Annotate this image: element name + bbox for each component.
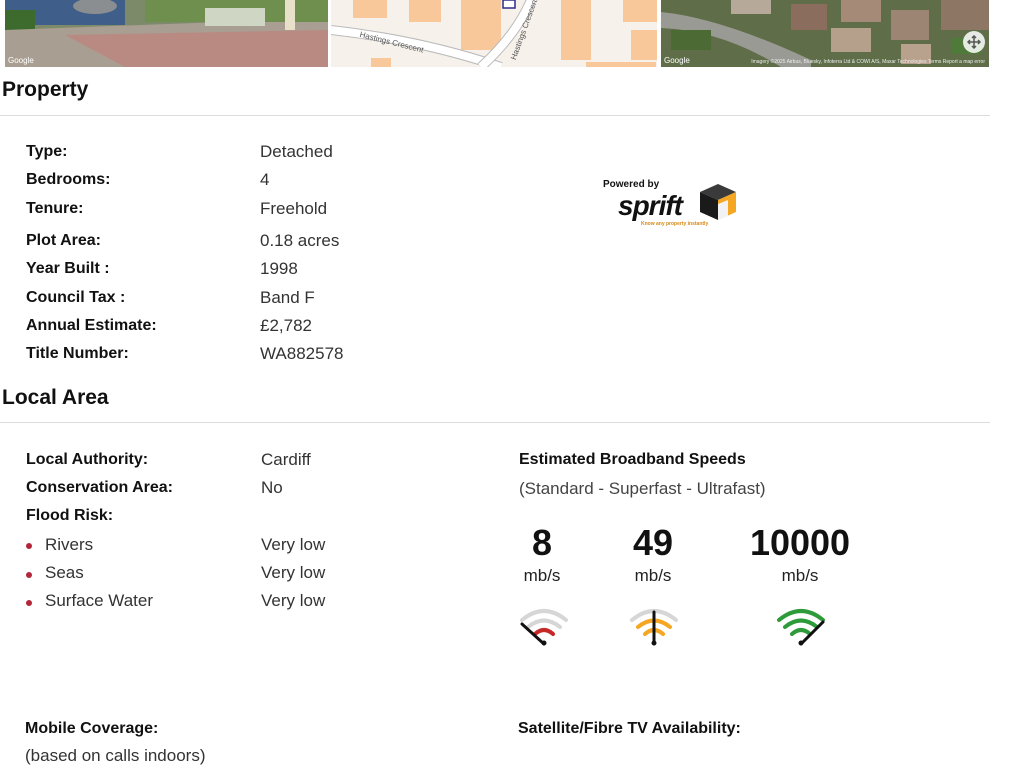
title-number-label: Title Number: bbox=[26, 345, 129, 362]
standard-speed-unit: mb/s bbox=[523, 566, 561, 585]
map-attribution: Imagery ©2025 Airbus, Bluesky, Infoterra… bbox=[751, 59, 985, 65]
ultrafast-speed-value: 10000 bbox=[749, 522, 851, 563]
mobile-coverage-subtitle: (based on calls indoors) bbox=[25, 746, 206, 765]
local-authority-label: Local Authority: bbox=[26, 451, 149, 468]
street-map-illustration bbox=[331, 0, 657, 67]
aerial-view-illustration bbox=[661, 0, 989, 67]
bedrooms-label: Bedrooms: bbox=[26, 171, 111, 188]
title-number-value: WA882578 bbox=[260, 344, 344, 363]
bullet-icon bbox=[26, 600, 32, 606]
street-view-illustration bbox=[5, 0, 328, 67]
broadband-title: Estimated Broadband Speeds bbox=[519, 451, 746, 468]
mobile-coverage-title: Mobile Coverage: bbox=[25, 720, 159, 737]
plot-area-label: Plot Area: bbox=[26, 232, 101, 249]
property-type-label: Type: bbox=[26, 143, 68, 160]
google-credit: Google bbox=[8, 56, 34, 65]
ultrafast-speed-unit: mb/s bbox=[781, 566, 819, 585]
local-authority-value: Cardiff bbox=[261, 450, 311, 469]
council-tax-value: Band F bbox=[260, 288, 315, 307]
sprift-brand-name: sprift bbox=[618, 190, 683, 221]
local-area-heading: Local Area bbox=[2, 386, 109, 409]
speed-gauge-icon bbox=[630, 609, 678, 646]
year-built-value: 1998 bbox=[260, 259, 298, 278]
local-area-divider bbox=[0, 422, 990, 423]
sprift-tagline: Know any property instantly bbox=[641, 221, 709, 227]
property-type-value: Detached bbox=[260, 142, 333, 161]
annual-estimate-label: Annual Estimate: bbox=[26, 317, 157, 334]
sprift-cube-icon bbox=[700, 184, 736, 220]
conservation-area-label: Conservation Area: bbox=[26, 479, 173, 496]
plot-area-value: 0.18 acres bbox=[260, 231, 340, 250]
tenure-value: Freehold bbox=[260, 199, 328, 218]
map-image[interactable]: Hastings Crescent Hastings Crescent bbox=[331, 0, 657, 67]
superfast-speed-unit: mb/s bbox=[634, 566, 672, 585]
flood-surface-water-value: Very low bbox=[261, 591, 326, 610]
tv-availability-title: Satellite/Fibre TV Availability: bbox=[518, 720, 741, 737]
bullet-icon bbox=[26, 543, 32, 549]
flood-rivers-label: Rivers bbox=[45, 535, 94, 554]
bedrooms-value: 4 bbox=[260, 170, 270, 189]
flood-risk-label: Flood Risk: bbox=[26, 507, 114, 524]
council-tax-label: Council Tax : bbox=[26, 289, 126, 306]
aerial-image[interactable]: Google Imagery ©2025 Airbus, Bluesky, In… bbox=[661, 0, 989, 67]
standard-speed-value: 8 bbox=[531, 522, 553, 563]
property-divider bbox=[0, 115, 990, 116]
property-image-strip: Google Hastings Crescent Hastings Cresce… bbox=[0, 0, 1024, 67]
superfast-speed-value: 49 bbox=[632, 522, 674, 563]
google-credit: Google bbox=[664, 56, 690, 65]
year-built-label: Year Built : bbox=[26, 260, 110, 277]
sprift-logo[interactable]: Powered by sprift Know any property inst… bbox=[600, 178, 745, 233]
speed-gauge-icon bbox=[777, 609, 825, 646]
powered-by-text: Powered by bbox=[603, 179, 660, 190]
broadband-subtitle: (Standard - Superfast - Ultrafast) bbox=[519, 479, 766, 498]
conservation-area-value: No bbox=[261, 478, 283, 497]
tenure-label: Tenure: bbox=[26, 200, 84, 217]
annual-estimate-value: £2,782 bbox=[260, 316, 312, 335]
bullet-icon bbox=[26, 572, 32, 578]
speed-gauge-icon bbox=[520, 609, 568, 646]
fullscreen-button[interactable] bbox=[963, 31, 985, 53]
flood-seas-value: Very low bbox=[261, 563, 326, 582]
expand-icon bbox=[967, 35, 981, 49]
flood-seas-label: Seas bbox=[45, 563, 84, 582]
property-heading: Property bbox=[2, 78, 89, 101]
street-view-image[interactable]: Google bbox=[5, 0, 328, 67]
flood-surface-water-label: Surface Water bbox=[45, 591, 154, 610]
flood-rivers-value: Very low bbox=[261, 535, 326, 554]
